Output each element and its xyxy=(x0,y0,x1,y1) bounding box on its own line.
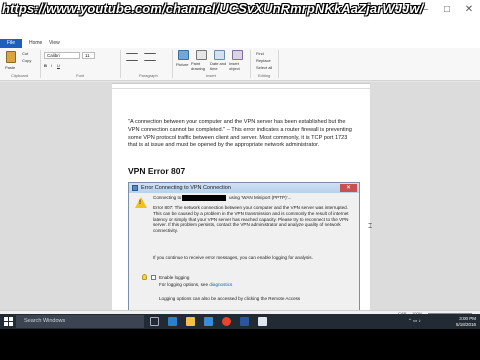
edge-icon[interactable] xyxy=(168,317,177,326)
task-view-icon[interactable] xyxy=(150,317,159,326)
cut-button[interactable]: Cut xyxy=(22,51,28,56)
close-button[interactable]: ✕ xyxy=(462,4,476,16)
dialog-close-icon: ✕ xyxy=(340,184,357,192)
search-placeholder: Search Windows xyxy=(24,318,66,324)
select-all-button[interactable]: Select all xyxy=(256,65,272,70)
ribbon-tabs: File Home View xyxy=(0,39,480,48)
screen: – □ ✕ https://www.youtube.com/channel/UC… xyxy=(0,0,480,360)
tab-view[interactable]: View xyxy=(45,39,64,48)
logging-hint: If you continue to receive error message… xyxy=(153,255,313,260)
paste-button[interactable]: Paste xyxy=(5,65,15,70)
ribbon: Paste Cut Copy Clipboard Calibri 11 B I … xyxy=(0,48,480,81)
quick-access-strip xyxy=(0,26,480,39)
tab-file[interactable]: File xyxy=(0,39,22,48)
paint-icon xyxy=(196,50,207,60)
chrome-icon[interactable] xyxy=(222,317,231,326)
find-button[interactable]: Find xyxy=(256,51,264,56)
section-heading: VPN Error 807 xyxy=(128,166,186,176)
ribbon-divider xyxy=(172,50,173,78)
italic-button[interactable]: I xyxy=(51,63,52,68)
wordpad-icon[interactable] xyxy=(258,317,267,326)
taskbar: Search Windows ⌃ ▭ ♪ 3:00 PM 5/18/2016 xyxy=(0,314,480,329)
word-icon[interactable] xyxy=(240,317,249,326)
font-size-select[interactable]: 11 xyxy=(82,52,95,59)
paint-drawing-button[interactable]: Paint drawing xyxy=(191,61,211,71)
ribbon-divider xyxy=(120,50,121,78)
enable-logging-checkbox xyxy=(151,275,156,280)
ruler-track[interactable] xyxy=(112,83,370,88)
warning-icon xyxy=(135,197,147,208)
font-group-label: Font xyxy=(76,73,85,78)
logging-footer: Logging options can also be accessed by … xyxy=(159,296,301,301)
clock-date[interactable]: 5/18/2016 xyxy=(448,322,476,327)
warning-exclamation: ! xyxy=(139,200,141,206)
body-paragraph: "A connection between your computer and … xyxy=(128,119,352,149)
object-icon xyxy=(232,50,243,60)
copy-button[interactable]: Copy xyxy=(22,58,31,63)
date-time-button[interactable]: Date and time xyxy=(210,61,230,71)
title-bar: – □ ✕ https://www.youtube.com/channel/UC… xyxy=(0,0,480,26)
enable-logging-label: Enable logging xyxy=(159,275,190,280)
insert-object-button[interactable]: Insert object xyxy=(229,61,249,71)
underline-button[interactable]: U xyxy=(57,63,60,68)
redacted-server-name xyxy=(182,195,226,201)
error-dialog-image: Error Connecting to VPN Connection ✕ ! C… xyxy=(128,182,360,320)
replace-button[interactable]: Replace xyxy=(256,58,271,63)
picture-button[interactable]: Picture xyxy=(176,62,188,67)
ribbon-divider xyxy=(278,50,279,78)
network-icon xyxy=(132,185,138,191)
channel-url-watermark: https://www.youtube.com/channel/UCSvXUnR… xyxy=(2,1,424,16)
tray-icons[interactable]: ⌃ ▭ ♪ xyxy=(408,318,421,324)
paragraph-group-label: Paragraph xyxy=(139,73,158,78)
calendar-icon xyxy=(214,50,225,60)
ribbon-divider xyxy=(40,50,41,78)
windows-start-icon[interactable] xyxy=(4,317,13,326)
list-icon[interactable] xyxy=(144,53,156,61)
connecting-suffix: using 'WAN Miniport (PPTP)'... xyxy=(229,195,292,200)
logging-options-text: For logging options, see diagnostics xyxy=(159,282,232,288)
ruler xyxy=(0,82,480,89)
ribbon-divider xyxy=(250,50,251,78)
lightbulb-icon xyxy=(142,274,147,280)
text-cursor-icon: ⌶ xyxy=(368,223,373,230)
bold-button[interactable]: B xyxy=(44,63,47,68)
taskbar-search[interactable]: Search Windows xyxy=(16,315,144,328)
align-icon[interactable] xyxy=(126,53,138,61)
maximize-button[interactable]: □ xyxy=(440,4,454,16)
paste-icon xyxy=(6,51,16,63)
file-explorer-icon[interactable] xyxy=(186,317,195,326)
clipboard-group-label: Clipboard xyxy=(11,73,29,78)
logging-options-prefix: For logging options, see xyxy=(159,282,209,287)
picture-icon xyxy=(178,50,189,60)
tab-home[interactable]: Home xyxy=(25,39,46,48)
dialog-title-bar: Error Connecting to VPN Connection ✕ xyxy=(129,183,359,193)
dialog-title: Error Connecting to VPN Connection xyxy=(141,185,231,191)
connecting-prefix: Connecting to xyxy=(153,195,182,200)
store-icon[interactable] xyxy=(204,317,213,326)
clock-time[interactable]: 3:00 PM xyxy=(448,316,476,321)
insert-group-label: Insert xyxy=(206,73,217,78)
error-message: Error 807: The network connection betwee… xyxy=(153,205,349,234)
diagnostics-link: diagnostics xyxy=(209,282,233,287)
letterbox-bar xyxy=(0,329,480,360)
font-family-select[interactable]: Calibri xyxy=(44,52,80,59)
editing-group-label: Editing xyxy=(258,73,271,78)
